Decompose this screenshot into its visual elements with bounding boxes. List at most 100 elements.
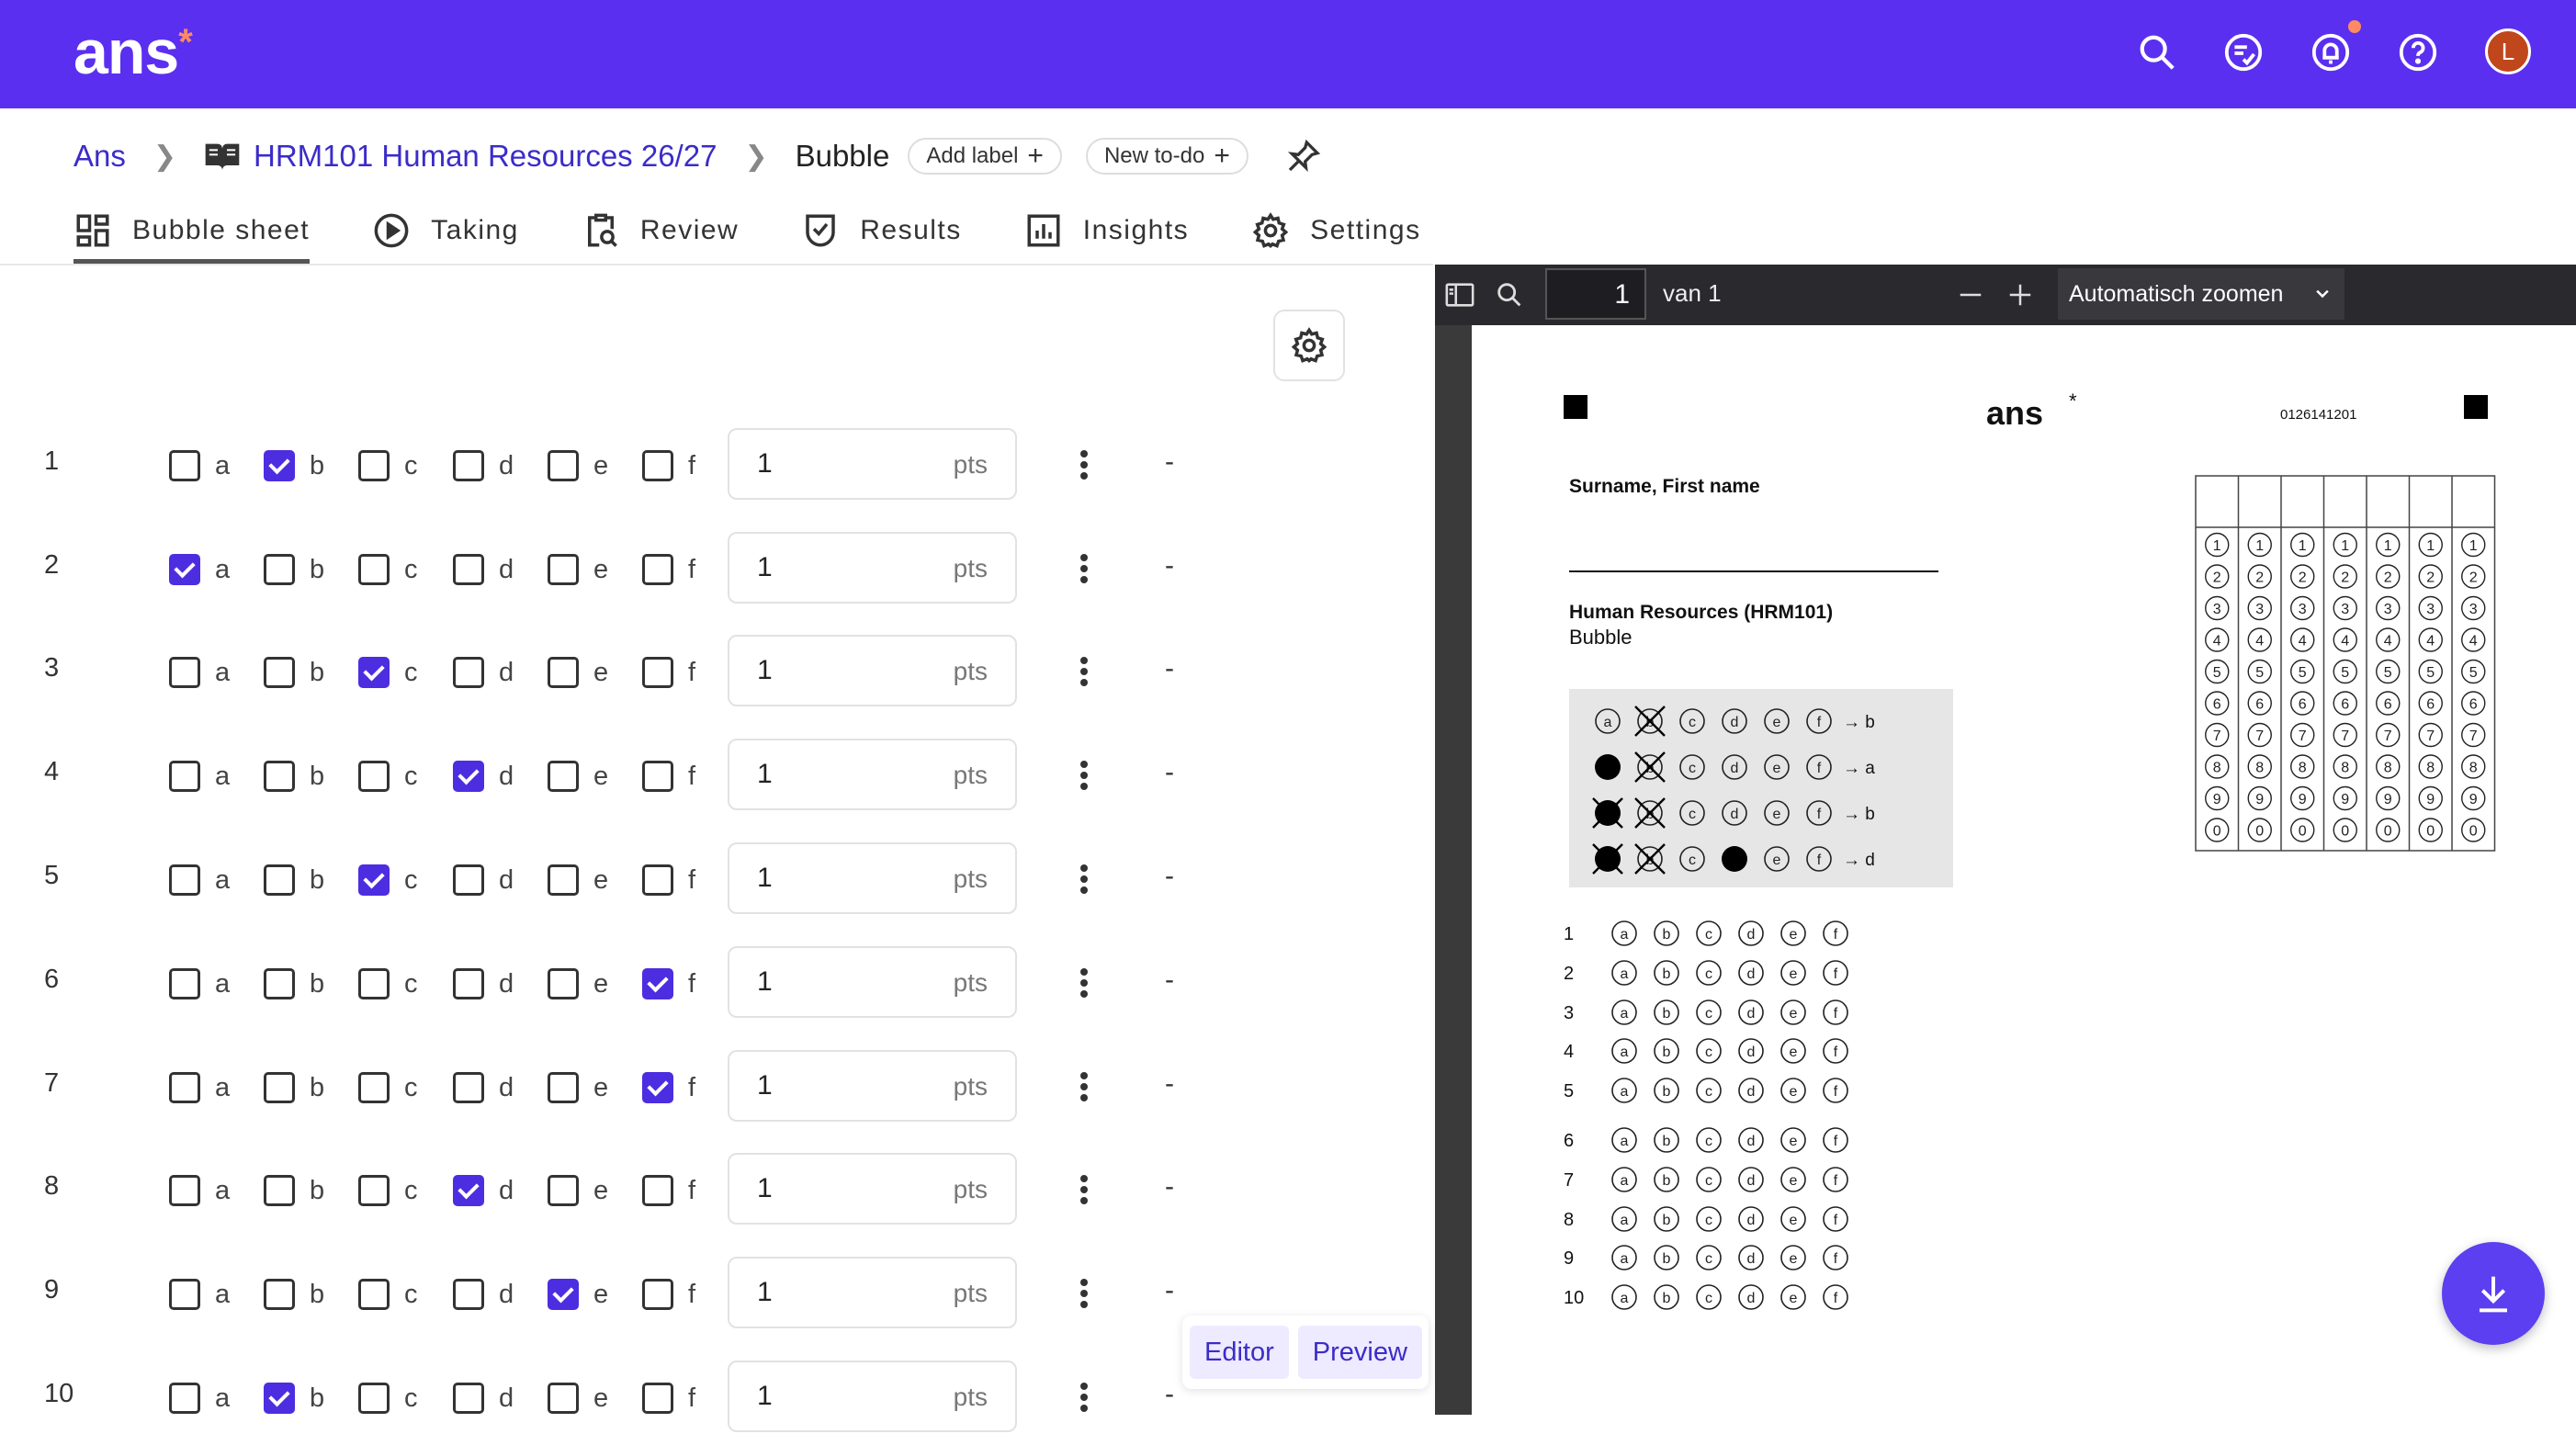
option-checkbox[interactable] [453, 1072, 484, 1103]
option-checkbox[interactable] [358, 450, 390, 481]
preview-button[interactable]: Preview [1297, 1326, 1422, 1379]
option-checkbox[interactable] [642, 1279, 673, 1310]
avatar[interactable]: L [2485, 28, 2531, 74]
option-checkbox[interactable] [453, 450, 484, 481]
option-checkbox[interactable] [358, 657, 390, 688]
option-checkbox[interactable] [169, 761, 200, 792]
breadcrumb-course[interactable]: HRM101 Human Resources 26/27 [254, 139, 717, 174]
points-input[interactable]: 1 pts [728, 532, 1017, 604]
option-checkbox[interactable] [642, 864, 673, 896]
more-options-icon[interactable] [1068, 759, 1101, 792]
option-checkbox[interactable] [642, 1383, 673, 1414]
option-checkbox[interactable] [642, 657, 673, 688]
option-checkbox[interactable] [264, 968, 295, 999]
option-checkbox[interactable] [548, 1383, 579, 1414]
tab-insights[interactable]: Insights [1024, 198, 1189, 264]
option-checkbox[interactable] [264, 554, 295, 585]
editor-button[interactable]: Editor [1190, 1326, 1289, 1379]
sheet-settings-button[interactable] [1273, 310, 1345, 381]
tab-taking[interactable]: Taking [372, 198, 519, 264]
points-input[interactable]: 1 pts [728, 635, 1017, 706]
tasks-icon[interactable] [2220, 28, 2267, 76]
more-options-icon[interactable] [1068, 655, 1101, 688]
option-checkbox[interactable] [453, 1279, 484, 1310]
option-checkbox[interactable] [264, 1175, 295, 1206]
more-options-icon[interactable] [1068, 966, 1101, 999]
add-label-button[interactable]: Add label + [908, 138, 1062, 175]
option-checkbox[interactable] [358, 1072, 390, 1103]
tab-bubble-sheet[interactable]: Bubble sheet [73, 198, 311, 264]
page-number-input[interactable]: 1 [1545, 268, 1646, 320]
option-checkbox[interactable] [548, 761, 579, 792]
points-input[interactable]: 1 pts [728, 946, 1017, 1018]
new-todo-button[interactable]: New to-do + [1085, 138, 1248, 175]
option-checkbox[interactable] [642, 450, 673, 481]
zoom-in-icon[interactable] [2006, 281, 2034, 309]
option-checkbox[interactable] [264, 1072, 295, 1103]
download-button[interactable] [2442, 1242, 2545, 1345]
option-checkbox[interactable] [548, 450, 579, 481]
option-checkbox[interactable] [453, 864, 484, 896]
option-checkbox[interactable] [453, 657, 484, 688]
points-input[interactable]: 1 pts [728, 428, 1017, 500]
option-checkbox[interactable] [642, 968, 673, 999]
option-checkbox[interactable] [264, 761, 295, 792]
option-checkbox[interactable] [169, 1279, 200, 1310]
option-checkbox[interactable] [264, 657, 295, 688]
zoom-out-icon[interactable] [1957, 281, 1984, 309]
option-checkbox[interactable] [453, 968, 484, 999]
option-checkbox[interactable] [453, 554, 484, 585]
option-checkbox[interactable] [358, 1383, 390, 1414]
option-checkbox[interactable] [169, 554, 200, 585]
option-checkbox[interactable] [264, 1279, 295, 1310]
breadcrumb-root[interactable]: Ans [73, 139, 126, 174]
app-logo[interactable]: ans* [73, 17, 193, 88]
option-checkbox[interactable] [453, 761, 484, 792]
option-checkbox[interactable] [169, 657, 200, 688]
option-checkbox[interactable] [642, 1072, 673, 1103]
option-checkbox[interactable] [358, 554, 390, 585]
more-options-icon[interactable] [1068, 863, 1101, 896]
tab-settings[interactable]: Settings [1251, 198, 1420, 264]
option-checkbox[interactable] [548, 657, 579, 688]
more-options-icon[interactable] [1068, 1173, 1101, 1206]
more-options-icon[interactable] [1068, 448, 1101, 481]
more-options-icon[interactable] [1068, 1070, 1101, 1103]
option-checkbox[interactable] [548, 1175, 579, 1206]
tab-review[interactable]: Review [582, 198, 739, 264]
option-checkbox[interactable] [169, 1383, 200, 1414]
option-checkbox[interactable] [264, 864, 295, 896]
search-icon[interactable] [1494, 279, 1525, 311]
option-checkbox[interactable] [264, 1383, 295, 1414]
search-icon[interactable] [2133, 28, 2181, 76]
option-checkbox[interactable] [453, 1383, 484, 1414]
pin-icon[interactable] [1285, 138, 1322, 175]
points-input[interactable]: 1 pts [728, 842, 1017, 914]
option-checkbox[interactable] [169, 968, 200, 999]
bell-icon[interactable] [2307, 28, 2355, 76]
points-input[interactable]: 1 pts [728, 1050, 1017, 1122]
more-options-icon[interactable] [1068, 1277, 1101, 1310]
option-checkbox[interactable] [642, 1175, 673, 1206]
more-options-icon[interactable] [1068, 1381, 1101, 1414]
option-checkbox[interactable] [169, 1175, 200, 1206]
more-options-icon[interactable] [1068, 552, 1101, 585]
points-input[interactable]: 1 pts [728, 1257, 1017, 1328]
option-checkbox[interactable] [548, 968, 579, 999]
help-icon[interactable] [2394, 28, 2442, 76]
zoom-select[interactable]: Automatisch zoomen [2058, 268, 2344, 320]
option-checkbox[interactable] [548, 1279, 579, 1310]
tab-results[interactable]: Results [801, 198, 962, 264]
option-checkbox[interactable] [264, 450, 295, 481]
option-checkbox[interactable] [548, 1072, 579, 1103]
points-input[interactable]: 1 pts [728, 1153, 1017, 1225]
option-checkbox[interactable] [169, 450, 200, 481]
points-input[interactable]: 1 pts [728, 1361, 1017, 1432]
option-checkbox[interactable] [642, 554, 673, 585]
sidebar-toggle-icon[interactable] [1444, 279, 1475, 311]
points-input[interactable]: 1 pts [728, 739, 1017, 810]
option-checkbox[interactable] [453, 1175, 484, 1206]
option-checkbox[interactable] [358, 968, 390, 999]
option-checkbox[interactable] [358, 761, 390, 792]
option-checkbox[interactable] [642, 761, 673, 792]
